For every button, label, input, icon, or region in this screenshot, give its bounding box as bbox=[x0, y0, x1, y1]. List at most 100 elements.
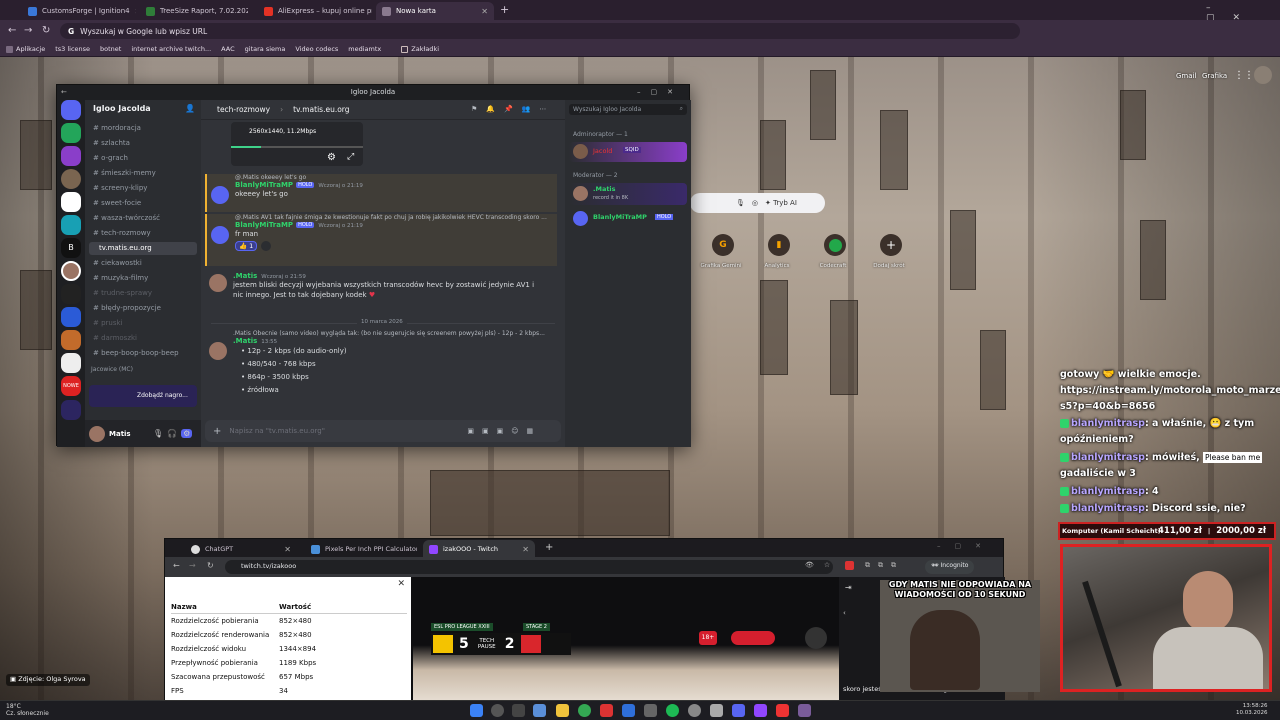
channel-item[interactable]: # beep-boop-boop-beep bbox=[89, 347, 197, 360]
channel-item[interactable]: # śmieszki-memy bbox=[89, 167, 197, 180]
collapse-chat-icon[interactable]: ⇥ bbox=[845, 583, 852, 592]
member-item[interactable]: Jacold SQID bbox=[569, 142, 687, 162]
message[interactable]: .Matis Wczoraj o 21:59 jestem bliski decy… bbox=[205, 272, 557, 312]
url-field[interactable]: twitch.tv/izakooo bbox=[225, 560, 833, 574]
server-icon[interactable] bbox=[61, 215, 81, 235]
composer-tool-icons[interactable]: ▣▣▣☺▦ bbox=[467, 427, 541, 435]
account-avatar[interactable] bbox=[1254, 66, 1272, 84]
app-icon[interactable] bbox=[644, 704, 657, 717]
mic-icon[interactable]: 🎙 bbox=[736, 199, 745, 207]
server-icon[interactable] bbox=[61, 353, 81, 373]
bookmark-item[interactable]: gitara siema bbox=[245, 45, 286, 53]
server-icon[interactable] bbox=[61, 146, 81, 166]
weather-widget[interactable]: 18°C Cz. słonecznie bbox=[6, 703, 49, 717]
google-search-box[interactable]: 🎙 ◎ ✦ Tryb AI bbox=[690, 193, 825, 213]
gear-icon[interactable]: ⚙ bbox=[327, 152, 336, 163]
reload-icon[interactable]: ↻ bbox=[42, 25, 50, 36]
channel-item[interactable]: # o-grach bbox=[89, 152, 197, 165]
channel-item[interactable]: # pruski bbox=[89, 317, 197, 330]
username[interactable]: .Matis bbox=[233, 272, 257, 280]
close-icon[interactable]: ✕ bbox=[284, 545, 291, 554]
shortcut-label[interactable]: Codecraft bbox=[808, 263, 858, 269]
channel-item[interactable]: # mordoracja bbox=[89, 122, 197, 135]
toolbar-icons[interactable]: ⧉⧉⧉ bbox=[865, 561, 904, 570]
bookmark-apps[interactable]: Aplikacje bbox=[6, 45, 45, 53]
chevron-left-icon[interactable]: ‹ bbox=[843, 609, 846, 617]
ai-mode-button[interactable]: ✦ Tryb AI bbox=[765, 199, 797, 207]
bookmark-folder[interactable]: Zakładki bbox=[401, 45, 439, 53]
app-icon[interactable] bbox=[776, 704, 789, 717]
reload-icon[interactable]: ↻ bbox=[207, 561, 214, 570]
igloo-server-icon[interactable] bbox=[61, 261, 81, 281]
avatar[interactable] bbox=[211, 226, 229, 244]
forward-icon[interactable]: → bbox=[24, 25, 32, 36]
shortcut-icon[interactable]: G bbox=[712, 234, 734, 256]
member-item[interactable]: BlanlyMiTraMP HOLO bbox=[569, 209, 687, 227]
back-arrow-icon[interactable]: ← bbox=[61, 85, 67, 100]
window-controls[interactable]: –▢✕ bbox=[937, 542, 995, 550]
close-icon[interactable]: ✕ bbox=[135, 7, 136, 16]
new-tab-button[interactable]: + bbox=[545, 542, 553, 553]
message[interactable]: .Matis Obecnie (samo video) wygląda tak:… bbox=[205, 330, 557, 400]
message[interactable]: @.Matis AV1 tak fajnie śmiga że kwestion… bbox=[205, 214, 557, 266]
clock[interactable]: 13:58:26 10.03.2026 bbox=[1236, 703, 1268, 717]
new-tab-button[interactable]: + bbox=[500, 3, 509, 16]
forward-icon[interactable]: → bbox=[189, 561, 196, 570]
breadcrumb-category[interactable]: tech-rozmowy bbox=[217, 105, 270, 114]
tab-new-tab[interactable]: Nowa karta ✕ bbox=[376, 2, 494, 20]
tab-chatgpt[interactable]: ChatGPT ✕ bbox=[185, 540, 297, 558]
close-icon[interactable]: ✕ bbox=[522, 545, 529, 554]
nitro-icon[interactable] bbox=[61, 400, 81, 420]
bookmark-item[interactable]: ts3 license bbox=[55, 45, 90, 53]
mic-icon[interactable]: 🎙 bbox=[153, 429, 163, 438]
reply-preview[interactable]: .Matis Obecnie (samo video) wygląda tak:… bbox=[233, 330, 553, 337]
header-tool-icons[interactable]: ⚑🔔📌👥⋯ bbox=[471, 105, 555, 113]
message-composer[interactable]: + Napisz na "tv.matis.eu.org" ▣▣▣☺▦ bbox=[205, 420, 561, 442]
channel-item[interactable]: # darmoszki bbox=[89, 332, 197, 345]
lens-icon[interactable]: ◎ bbox=[752, 199, 758, 207]
fullscreen-icon[interactable]: ⤢ bbox=[347, 152, 354, 162]
attach-plus-icon[interactable]: + bbox=[213, 426, 221, 437]
file-explorer-icon[interactable] bbox=[556, 704, 569, 717]
avatar[interactable] bbox=[209, 274, 227, 292]
self-username[interactable]: Matis bbox=[109, 430, 149, 438]
nitro-promo[interactable]: Zdobądź nagro... bbox=[89, 385, 197, 407]
server-icon[interactable] bbox=[61, 123, 81, 143]
username[interactable]: BlanlyMiTraMP bbox=[235, 181, 293, 189]
reply-preview[interactable]: @.Matis AV1 tak fajnie śmiga że kwestion… bbox=[235, 214, 555, 221]
app-icon[interactable] bbox=[622, 704, 635, 717]
server-icon[interactable] bbox=[61, 284, 81, 304]
search-icon[interactable] bbox=[491, 704, 504, 717]
settings-gear-icon[interactable]: ⚙ bbox=[181, 429, 193, 438]
tab-customsforge[interactable]: CustomsForge | Ignition4 ✕ bbox=[22, 2, 136, 20]
back-icon[interactable]: ← bbox=[173, 561, 180, 570]
close-icon[interactable]: ✕ bbox=[397, 579, 405, 589]
voice-category[interactable]: Jacowice (MC) bbox=[91, 366, 133, 373]
discord-search[interactable]: Wyszukaj Igloo Jacolda ⌕ bbox=[569, 104, 687, 115]
bookmark-item[interactable]: internet archive twitch... bbox=[131, 45, 211, 53]
stream-video[interactable]: ESL PRO LEAGUE XXIII STAGE 2 5 TECH PAUS… bbox=[413, 577, 839, 701]
channel-item[interactable]: # muzyka-filmy bbox=[89, 272, 197, 285]
bookmark-item[interactable]: mediamtx bbox=[348, 45, 381, 53]
tab-treesize[interactable]: TreeSize Raport, 7.02.2026 23:4 ✕ bbox=[140, 2, 248, 20]
channel-item[interactable]: # szlachta bbox=[89, 137, 197, 150]
shortcut-label[interactable]: Grafika Gemini bbox=[696, 263, 746, 269]
tab-ppi-calculator[interactable]: Pixels Per Inch PPI Calculator✕ bbox=[305, 540, 417, 558]
channel-item[interactable]: # trudne-sprawy bbox=[89, 287, 197, 300]
bookmark-item[interactable]: AAC bbox=[221, 45, 235, 53]
chrome-icon[interactable] bbox=[578, 704, 591, 717]
server-icon[interactable] bbox=[61, 330, 81, 350]
channel-item[interactable]: tv.matis.eu.org bbox=[89, 242, 197, 255]
message[interactable]: @.Matis okeeey let's go BlanlyMiTraMP HOL… bbox=[205, 174, 557, 212]
shortcut-icon[interactable] bbox=[824, 234, 846, 256]
server-icon[interactable] bbox=[61, 169, 81, 189]
add-shortcut-icon[interactable]: + bbox=[880, 234, 902, 256]
video-embed[interactable]: 2560x1440, 11.2Mbps ⚙ ⤢ bbox=[231, 122, 363, 166]
app-icon[interactable] bbox=[688, 704, 701, 717]
close-icon[interactable]: ✕ bbox=[481, 7, 488, 16]
app-icon[interactable] bbox=[798, 704, 811, 717]
bookmark-item[interactable]: botnet bbox=[100, 45, 121, 53]
apps-grid-icon[interactable]: ⋮⋮ bbox=[1234, 70, 1254, 81]
tab-aliexpress[interactable]: AliExpress – kupuj online produ ✕ bbox=[258, 2, 372, 20]
server-icon[interactable] bbox=[61, 307, 81, 327]
